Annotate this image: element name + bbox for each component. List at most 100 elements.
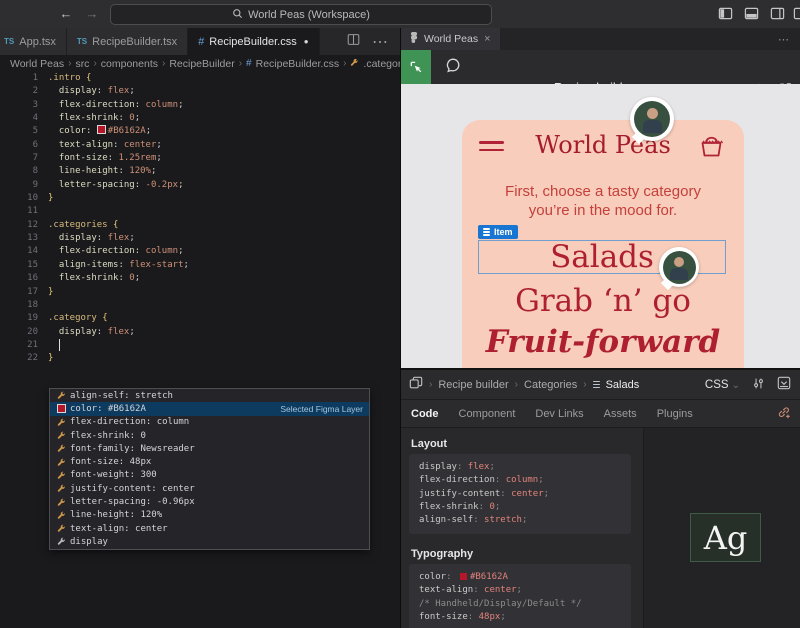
suggest-item[interactable]: font-family: Newsreader	[50, 442, 369, 455]
css-code-block[interactable]: display: flex;flex-direction: column;jus…	[409, 454, 631, 534]
more-actions-icon[interactable]: ⋯	[778, 33, 800, 46]
toggle-secondary-sidebar-icon[interactable]	[770, 6, 786, 22]
tab-code[interactable]: Code	[411, 408, 439, 420]
tab-plugins[interactable]: Plugins	[657, 408, 693, 420]
code-line[interactable]: 22}	[0, 352, 400, 365]
code-line[interactable]: 2 display: flex;	[0, 85, 400, 98]
suggest-item[interactable]: justify-content: center	[50, 482, 369, 495]
inspect-breadcrumb-item[interactable]: Categories	[524, 379, 577, 391]
breadcrumb-item[interactable]: World Peas	[10, 58, 64, 70]
code-line[interactable]: 21	[0, 339, 400, 352]
inspect-breadcrumb-item[interactable]: Salads	[606, 379, 640, 391]
suggest-item[interactable]: flex-shrink: 0	[50, 429, 369, 442]
layers-icon[interactable]	[409, 376, 423, 393]
property-icon	[56, 537, 66, 547]
layer-name-badge: Item	[478, 225, 518, 239]
css-code-block[interactable]: color: #B6162Atext-align: center;/* Hand…	[409, 564, 631, 628]
toggle-sidebar-icon[interactable]	[718, 6, 734, 22]
tab-component[interactable]: Component	[459, 408, 516, 420]
add-link-icon[interactable]	[777, 405, 800, 422]
tab-label: RecipeBuilder.css	[209, 36, 296, 48]
code-line[interactable]: 14 flex-direction: column;	[0, 245, 400, 258]
back-icon[interactable]: ←	[58, 6, 74, 22]
property-icon	[56, 417, 66, 427]
category-salads[interactable]: Salads	[550, 242, 654, 272]
code-line[interactable]: 5 color: #B6162A;	[0, 125, 400, 138]
toggle-panel-icon[interactable]	[744, 6, 760, 22]
code-line[interactable]: 16 flex-shrink: 0;	[0, 272, 400, 285]
breadcrumb-item[interactable]: RecipeBuilder.css	[256, 58, 339, 70]
property-icon	[56, 524, 66, 534]
code-line[interactable]: 13 display: flex;	[0, 232, 400, 245]
forward-icon[interactable]: →	[84, 6, 100, 22]
inspect-breadcrumb-item[interactable]: Recipe builder	[438, 379, 508, 391]
basket-icon[interactable]	[698, 132, 725, 166]
suggest-item[interactable]: font-size: 48px	[50, 455, 369, 468]
suggest-item[interactable]: text-align: center	[50, 522, 369, 535]
code-line[interactable]: 12.categories {	[0, 219, 400, 232]
code-line[interactable]: 6 text-align: center;	[0, 139, 400, 152]
code-line[interactable]: 1.intro {	[0, 72, 400, 85]
code-line[interactable]: 9 letter-spacing: -0.2px;	[0, 179, 400, 192]
category-grab-n-go[interactable]: Grab ‘n’ go	[462, 283, 744, 319]
command-center-search[interactable]: World Peas (Workspace)	[110, 4, 492, 25]
code-line[interactable]: 11	[0, 205, 400, 218]
breadcrumb-item[interactable]: src	[75, 58, 89, 70]
css-file-icon: #	[198, 36, 204, 48]
code-line[interactable]: 15 align-items: flex-start;	[0, 259, 400, 272]
suggest-item[interactable]: letter-spacing: -0.96px	[50, 495, 369, 508]
tab-app-tsx[interactable]: TS App.tsx	[0, 28, 67, 55]
select-tool-button[interactable]	[401, 50, 431, 84]
code-line[interactable]: 10}	[0, 192, 400, 205]
inspect-panel: › Recipe builder › Categories › Salads C…	[401, 368, 800, 628]
split-editor-icon[interactable]	[347, 33, 360, 51]
suggest-item[interactable]: color: #B6162ASelected Figma Layer	[50, 402, 369, 415]
close-icon[interactable]: ×	[484, 33, 490, 45]
typescript-file-icon: TS	[77, 37, 87, 46]
tab-dev-links[interactable]: Dev Links	[535, 408, 583, 420]
code-line[interactable]: 20 display: flex;	[0, 326, 400, 339]
line-number: 19	[0, 312, 48, 325]
inspect-code-line: align-self: stretch;	[419, 514, 621, 527]
tab-recipebuilder-css[interactable]: # RecipeBuilder.css ●	[188, 28, 319, 55]
breadcrumb-item[interactable]: RecipeBuilder	[169, 58, 234, 70]
code-language-dropdown[interactable]: CSS ⌄	[705, 379, 740, 391]
figma-toolbar: Recipe builder⌄	[401, 50, 800, 84]
property-icon	[56, 497, 66, 507]
collapse-panel-icon[interactable]	[777, 376, 791, 393]
tab-label: World Peas	[424, 33, 478, 45]
app-preview-card[interactable]: World Peas First, choose a tasty categor…	[462, 120, 744, 368]
suggest-item[interactable]: display	[50, 535, 369, 548]
comment-icon[interactable]	[445, 57, 461, 78]
breadcrumb[interactable]: World Peas › src › components › RecipeBu…	[0, 55, 410, 72]
suggest-item[interactable]: font-weight: 300	[50, 469, 369, 482]
suggest-item[interactable]: line-height: 120%	[50, 509, 369, 522]
breadcrumb-separator: ›	[68, 58, 71, 69]
app-window: ← → World Peas (Workspace) TS App.tsx TS…	[0, 0, 800, 628]
line-number: 13	[0, 232, 48, 245]
design-canvas[interactable]: World Peas First, choose a tasty categor…	[401, 84, 800, 368]
tab-assets[interactable]: Assets	[604, 408, 637, 420]
workspace-search-label: World Peas (Workspace)	[248, 9, 370, 21]
customize-layout-icon[interactable]	[793, 6, 800, 22]
line-number: 16	[0, 272, 48, 285]
code-line[interactable]: 17}	[0, 286, 400, 299]
settings-sliders-icon[interactable]	[752, 377, 765, 393]
tab-recipebuilder-tsx[interactable]: TS RecipeBuilder.tsx	[67, 28, 188, 55]
code-line[interactable]: 7 font-size: 1.25rem;	[0, 152, 400, 165]
suggest-item[interactable]: align-self: stretch	[50, 389, 369, 402]
category-fruit-forward[interactable]: Fruit-forward	[462, 324, 744, 360]
breadcrumb-item[interactable]: components	[101, 58, 158, 70]
figma-logo-icon	[410, 32, 418, 46]
code-editor[interactable]: 1.intro {2 display: flex;3 flex-directio…	[0, 72, 400, 628]
code-line[interactable]: 8 line-height: 120%;	[0, 165, 400, 178]
code-line[interactable]: 19.category {	[0, 312, 400, 325]
autocomplete-dropdown[interactable]: align-self: stretchcolor: #B6162ASelecte…	[49, 388, 370, 550]
code-line[interactable]: 3 flex-direction: column;	[0, 99, 400, 112]
more-actions-icon[interactable]: ⋯	[372, 32, 388, 52]
inspect-code-column[interactable]: Layoutdisplay: flex;flex-direction: colu…	[401, 428, 643, 628]
tab-world-peas[interactable]: World Peas ×	[401, 28, 500, 50]
code-line[interactable]: 18	[0, 299, 400, 312]
suggest-item[interactable]: flex-direction: column	[50, 416, 369, 429]
code-line[interactable]: 4 flex-shrink: 0;	[0, 112, 400, 125]
